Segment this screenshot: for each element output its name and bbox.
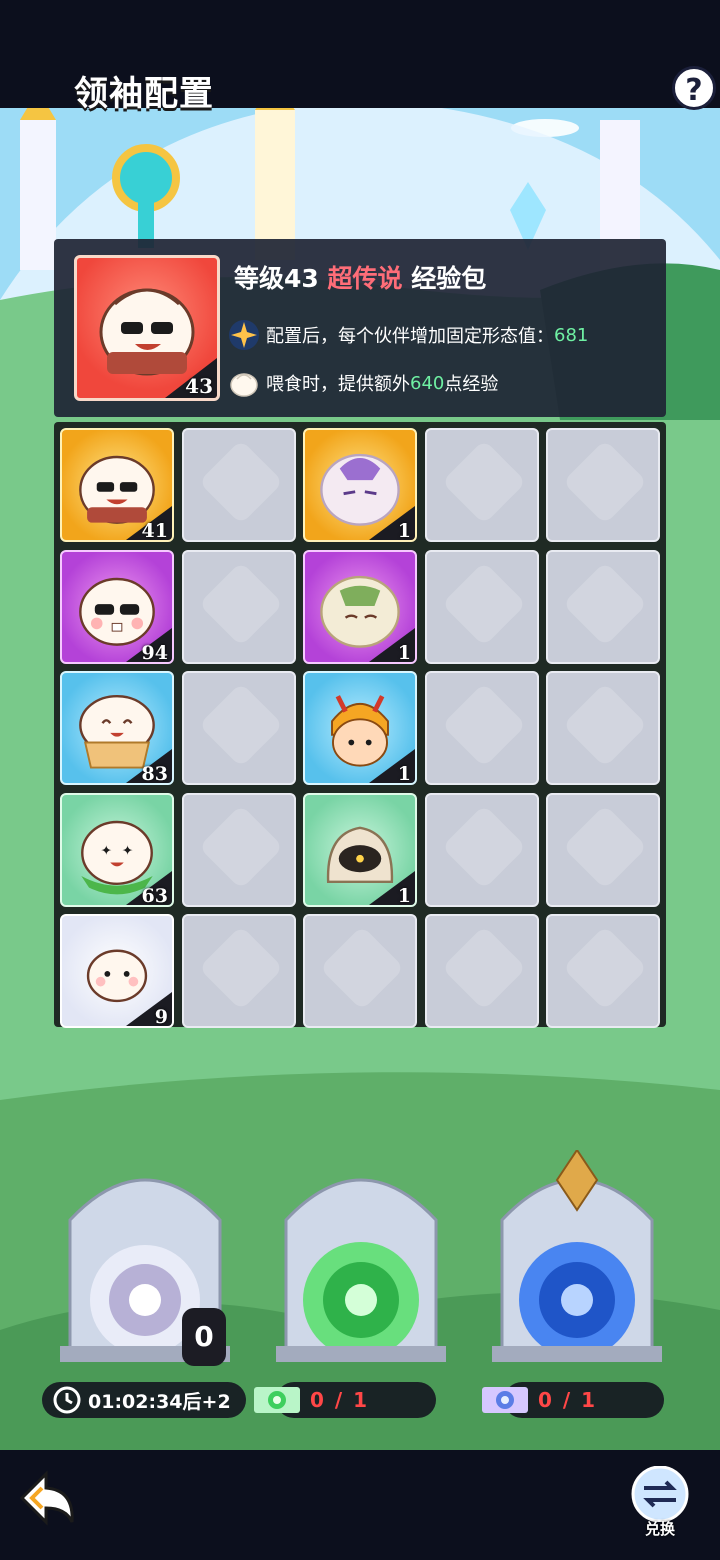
title-rarity: 超传说	[327, 264, 403, 293]
free-draw-count: 0	[182, 1308, 226, 1366]
exchange-icon	[631, 1465, 689, 1523]
partner-slot[interactable]: 41	[60, 428, 174, 542]
exp-pack-title: 等级43 超传说 经验包	[234, 259, 486, 295]
empty-slot[interactable]	[181, 428, 296, 542]
portal-blue[interactable]	[492, 1150, 662, 1370]
blue-ticket-count: 0 / 1	[482, 1382, 664, 1418]
green-ticket-icon	[254, 1387, 300, 1413]
empty-slot[interactable]	[424, 428, 539, 542]
partner-slot[interactable]: 94	[60, 549, 174, 664]
line2-suffix: 点经验	[444, 374, 499, 395]
empty-slot[interactable]	[181, 671, 296, 785]
exp-pack-info-panel: 43 等级43 超传说 经验包 配置后，每个伙伴增加固定形态值： 681 喂食时…	[54, 239, 666, 417]
slot-count: 1	[397, 641, 411, 664]
slot-count: 1	[397, 763, 411, 785]
slot-count: 63	[141, 884, 168, 907]
exchange-button[interactable]: 兑换	[628, 1465, 692, 1546]
green-ticket-value: 0 / 1	[310, 1388, 370, 1412]
slot-count: 94	[141, 641, 168, 664]
blue-ticket-value: 0 / 1	[538, 1388, 598, 1412]
line2-value: 640	[410, 372, 445, 394]
empty-slot[interactable]	[181, 549, 296, 664]
back-arrow-icon	[19, 1470, 74, 1526]
info-line-form-value: 配置后，每个伙伴增加固定形态值： 681	[228, 319, 588, 351]
slot-count: 1	[397, 520, 411, 542]
star-compass-icon	[229, 320, 259, 350]
clock-icon	[53, 1386, 81, 1414]
line1-value: 681	[554, 324, 589, 346]
partner-slot[interactable]: 9	[60, 914, 174, 1028]
slot-count: 41	[141, 520, 168, 542]
bottom-bar	[0, 1450, 720, 1560]
help-button[interactable]: ?	[672, 66, 716, 110]
empty-slot[interactable]	[181, 914, 296, 1028]
empty-slot[interactable]	[303, 914, 417, 1028]
empty-slot[interactable]	[424, 914, 539, 1028]
empty-slot[interactable]	[546, 549, 660, 664]
empty-slot[interactable]	[546, 914, 660, 1028]
empty-slot[interactable]	[546, 792, 660, 907]
title-suffix: 经验包	[411, 264, 487, 293]
partner-slot[interactable]: ✦ ✦ 63	[60, 792, 174, 907]
partner-slot[interactable]: 1	[303, 671, 417, 785]
back-button[interactable]	[16, 1466, 80, 1530]
timer-text: 01:02:34后+2	[88, 1390, 231, 1413]
portal-green[interactable]	[276, 1150, 446, 1370]
empty-slot[interactable]	[424, 549, 539, 664]
slot-count: 1	[397, 884, 411, 907]
green-ticket-count: 0 / 1	[254, 1382, 436, 1418]
svg-text:✦: ✦	[101, 842, 112, 858]
blue-portal-icon	[492, 1150, 662, 1362]
line2-prefix: 喂食时，提供额外	[266, 374, 410, 395]
slot-count: 9	[154, 1006, 168, 1028]
empty-slot[interactable]	[546, 428, 660, 542]
partner-slot[interactable]: 83	[60, 671, 174, 785]
empty-slot[interactable]	[424, 671, 539, 785]
empty-slot[interactable]	[546, 671, 660, 785]
info-line-exp: 喂食时，提供额外 640 点经验	[228, 367, 498, 399]
exchange-label: 兑换	[644, 1520, 675, 1538]
title-level: 等级43	[234, 264, 319, 293]
svg-text:✦: ✦	[122, 842, 133, 858]
green-portal-icon	[276, 1178, 446, 1362]
empty-slot[interactable]	[424, 792, 539, 907]
partner-slot[interactable]: 1	[303, 549, 417, 664]
partner-slot[interactable]: 1	[303, 792, 417, 907]
card-level: 43	[185, 374, 213, 398]
blue-ticket-icon	[482, 1387, 528, 1413]
line1-text: 配置后，每个伙伴增加固定形态值：	[266, 326, 554, 347]
bun-icon	[230, 373, 258, 397]
partner-slot[interactable]: 1	[303, 428, 417, 542]
refresh-timer: 01:02:34后+2	[42, 1382, 246, 1418]
page-title: 领袖配置	[74, 74, 214, 114]
game-scene: 领袖配置 ? 43 等级43 超传说 经验包 配置后，每个伙伴增加固定形态值： …	[0, 0, 720, 1560]
slot-count: 83	[141, 763, 168, 785]
empty-slot[interactable]	[181, 792, 296, 907]
exp-pack-card: 43	[74, 255, 220, 401]
partner-grid: 41 1 94 1 83 1 ✦ ✦ 63 1 9	[54, 422, 666, 1028]
